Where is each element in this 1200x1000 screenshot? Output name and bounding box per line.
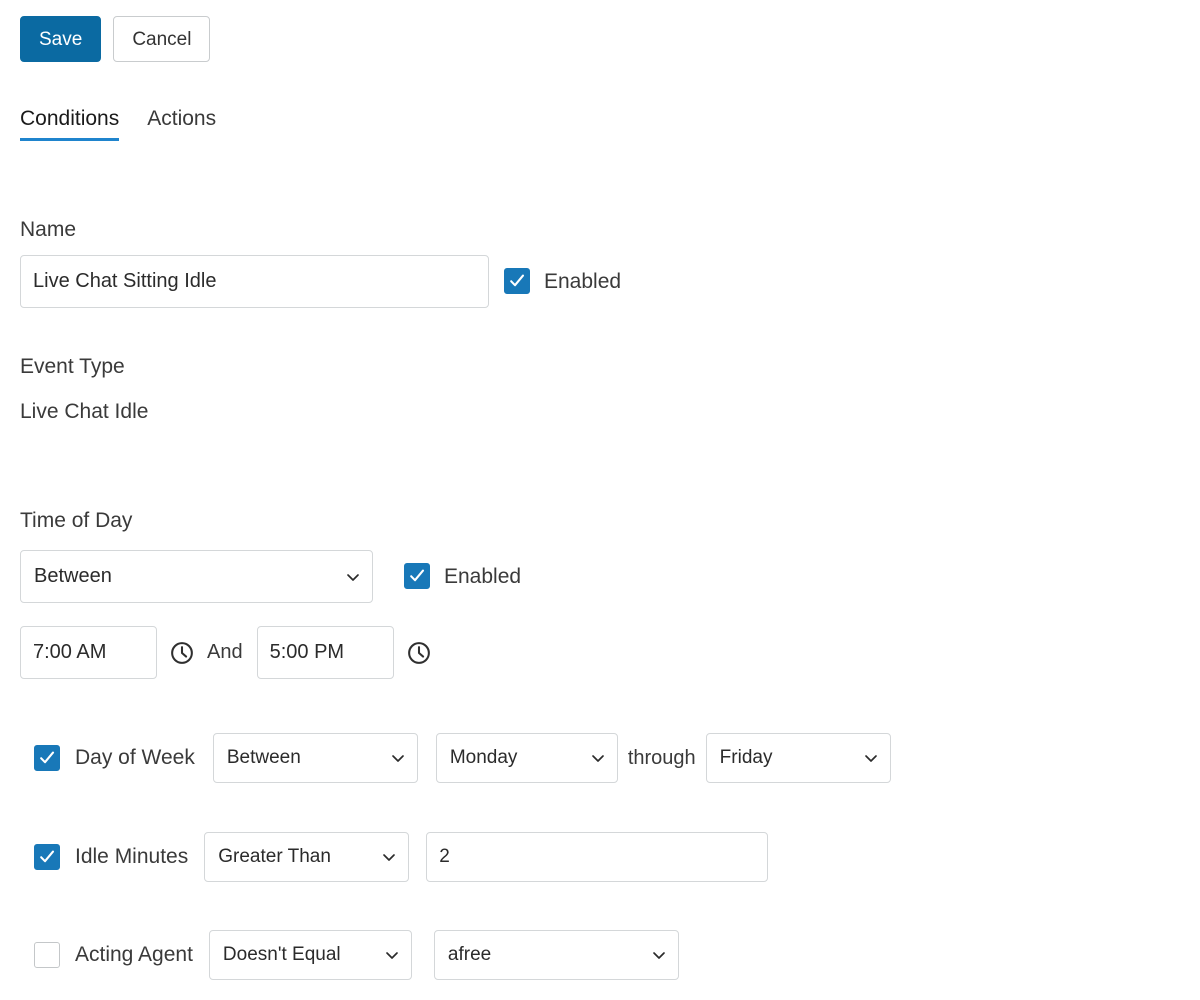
day-of-week-to-value: Friday — [719, 747, 773, 768]
time-range-conjunction: And — [207, 641, 243, 663]
day-of-week-operator-select[interactable]: Between — [212, 733, 418, 783]
acting-agent-operator-value: Doesn't Equal — [222, 944, 341, 965]
chevron-down-icon — [347, 573, 359, 581]
acting-agent-row: Acting Agent Doesn't Equal afree — [34, 930, 679, 980]
chevron-down-icon — [864, 755, 877, 762]
acting-agent-value: afree — [447, 944, 492, 965]
name-enabled-group: Enabled — [504, 268, 621, 294]
day-of-week-from-select[interactable]: Monday — [435, 733, 618, 783]
day-of-week-label: Day of Week — [75, 746, 195, 769]
time-of-day-operator-value: Between — [34, 565, 112, 587]
idle-minutes-row: Idle Minutes Greater Than 2 — [34, 832, 769, 882]
save-button[interactable]: Save — [20, 16, 102, 62]
check-icon — [40, 850, 55, 863]
day-of-week-row: Day of Week Between Monday through Frida… — [34, 733, 891, 783]
time-of-day-operator-select[interactable]: Between — [20, 550, 373, 603]
event-rule-editor-page: Save Cancel Conditions Actions Name Live… — [0, 0, 1200, 1000]
end-time-picker-button[interactable] — [406, 640, 432, 666]
end-time-input[interactable]: 5:00 PM — [256, 626, 394, 679]
idle-minutes-checkbox[interactable] — [34, 844, 60, 870]
acting-agent-value-select[interactable]: afree — [433, 930, 679, 980]
cancel-button[interactable]: Cancel — [113, 16, 211, 62]
event-type-label: Event Type — [20, 355, 125, 378]
clock-icon — [407, 641, 430, 664]
tab-actions[interactable]: Actions — [147, 108, 216, 141]
idle-minutes-operator-value: Greater Than — [218, 846, 331, 867]
event-type-value: Live Chat Idle — [20, 400, 149, 423]
idle-minutes-label: Idle Minutes — [75, 845, 189, 868]
chevron-down-icon — [391, 755, 404, 762]
time-of-day-enabled-group: Enabled — [404, 563, 521, 589]
day-of-week-from-value: Monday — [449, 747, 518, 768]
chevron-down-icon — [653, 952, 665, 959]
start-time-input[interactable]: 7:00 AM — [20, 626, 157, 679]
day-of-week-operator-value: Between — [226, 747, 301, 768]
name-label: Name — [20, 218, 77, 241]
chevron-down-icon — [383, 854, 396, 861]
check-icon — [510, 274, 525, 287]
time-of-day-enabled-label: Enabled — [444, 564, 522, 588]
toolbar: Save Cancel — [20, 16, 211, 62]
day-of-week-to-select[interactable]: Friday — [705, 733, 891, 783]
idle-minutes-operator-select[interactable]: Greater Than — [204, 832, 410, 882]
chevron-down-icon — [386, 952, 398, 959]
day-of-week-connector: through — [627, 746, 696, 769]
idle-minutes-input[interactable]: 2 — [426, 832, 769, 882]
time-of-day-enabled-checkbox[interactable] — [404, 563, 430, 589]
time-range-row: 7:00 AM And 5:00 PM — [20, 626, 432, 679]
tab-conditions[interactable]: Conditions — [20, 108, 120, 141]
acting-agent-operator-select[interactable]: Doesn't Equal — [208, 930, 412, 980]
acting-agent-checkbox[interactable] — [34, 942, 60, 968]
chevron-down-icon — [591, 755, 604, 762]
check-icon — [410, 569, 425, 582]
time-of-day-label: Time of Day — [20, 509, 133, 532]
start-time-picker-button[interactable] — [169, 640, 195, 666]
name-enabled-label: Enabled — [544, 269, 622, 293]
clock-icon — [171, 641, 193, 664]
day-of-week-checkbox[interactable] — [34, 745, 60, 771]
check-icon — [40, 751, 55, 764]
name-enabled-checkbox[interactable] — [504, 268, 530, 294]
tab-bar: Conditions Actions — [20, 108, 216, 141]
acting-agent-label: Acting Agent — [75, 943, 193, 966]
name-input[interactable]: Live Chat Sitting Idle — [20, 255, 489, 308]
